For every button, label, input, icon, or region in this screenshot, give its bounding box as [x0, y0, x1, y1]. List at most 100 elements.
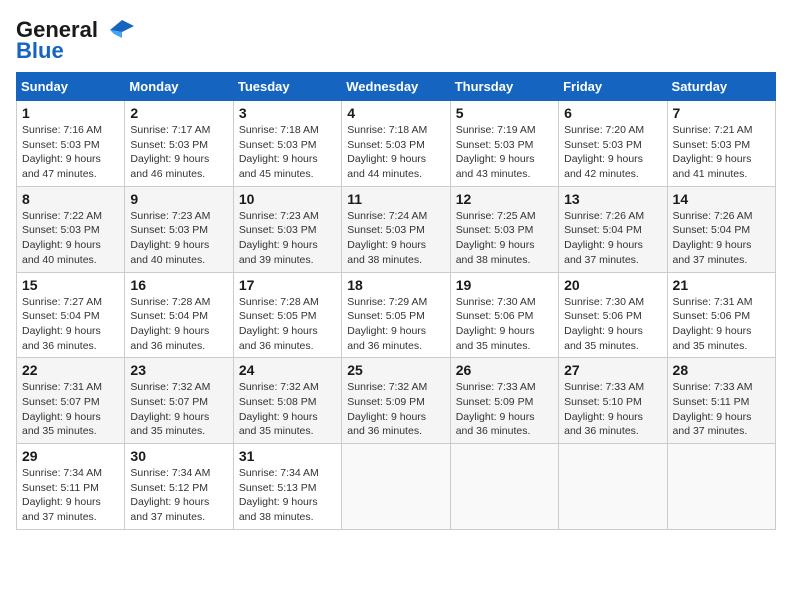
day-cell: 24 Sunrise: 7:32 AM Sunset: 5:08 PM Dayl… — [233, 358, 341, 444]
week-row-3: 15 Sunrise: 7:27 AM Sunset: 5:04 PM Dayl… — [17, 272, 776, 358]
day-detail: Sunrise: 7:27 AM Sunset: 5:04 PM Dayligh… — [22, 295, 119, 354]
day-number: 22 — [22, 362, 119, 378]
day-cell: 9 Sunrise: 7:23 AM Sunset: 5:03 PM Dayli… — [125, 186, 233, 272]
day-detail: Sunrise: 7:26 AM Sunset: 5:04 PM Dayligh… — [673, 209, 770, 268]
day-detail: Sunrise: 7:17 AM Sunset: 5:03 PM Dayligh… — [130, 123, 227, 182]
day-number: 4 — [347, 105, 444, 121]
logo-blue-text: Blue — [16, 40, 64, 62]
day-cell: 10 Sunrise: 7:23 AM Sunset: 5:03 PM Dayl… — [233, 186, 341, 272]
day-cell — [450, 444, 558, 530]
day-cell — [667, 444, 775, 530]
day-cell: 2 Sunrise: 7:17 AM Sunset: 5:03 PM Dayli… — [125, 101, 233, 187]
day-cell — [342, 444, 450, 530]
day-cell: 7 Sunrise: 7:21 AM Sunset: 5:03 PM Dayli… — [667, 101, 775, 187]
day-cell: 31 Sunrise: 7:34 AM Sunset: 5:13 PM Dayl… — [233, 444, 341, 530]
day-cell: 29 Sunrise: 7:34 AM Sunset: 5:11 PM Dayl… — [17, 444, 125, 530]
day-cell: 17 Sunrise: 7:28 AM Sunset: 5:05 PM Dayl… — [233, 272, 341, 358]
day-detail: Sunrise: 7:16 AM Sunset: 5:03 PM Dayligh… — [22, 123, 119, 182]
day-cell: 19 Sunrise: 7:30 AM Sunset: 5:06 PM Dayl… — [450, 272, 558, 358]
week-row-4: 22 Sunrise: 7:31 AM Sunset: 5:07 PM Dayl… — [17, 358, 776, 444]
day-number: 7 — [673, 105, 770, 121]
day-number: 25 — [347, 362, 444, 378]
day-number: 13 — [564, 191, 661, 207]
day-cell: 23 Sunrise: 7:32 AM Sunset: 5:07 PM Dayl… — [125, 358, 233, 444]
day-cell: 22 Sunrise: 7:31 AM Sunset: 5:07 PM Dayl… — [17, 358, 125, 444]
day-number: 18 — [347, 277, 444, 293]
day-number: 28 — [673, 362, 770, 378]
day-cell: 12 Sunrise: 7:25 AM Sunset: 5:03 PM Dayl… — [450, 186, 558, 272]
day-cell — [559, 444, 667, 530]
day-cell: 16 Sunrise: 7:28 AM Sunset: 5:04 PM Dayl… — [125, 272, 233, 358]
day-detail: Sunrise: 7:26 AM Sunset: 5:04 PM Dayligh… — [564, 209, 661, 268]
day-number: 31 — [239, 448, 336, 464]
day-detail: Sunrise: 7:34 AM Sunset: 5:12 PM Dayligh… — [130, 466, 227, 525]
day-cell: 28 Sunrise: 7:33 AM Sunset: 5:11 PM Dayl… — [667, 358, 775, 444]
day-cell: 5 Sunrise: 7:19 AM Sunset: 5:03 PM Dayli… — [450, 101, 558, 187]
day-cell: 14 Sunrise: 7:26 AM Sunset: 5:04 PM Dayl… — [667, 186, 775, 272]
day-detail: Sunrise: 7:21 AM Sunset: 5:03 PM Dayligh… — [673, 123, 770, 182]
day-detail: Sunrise: 7:29 AM Sunset: 5:05 PM Dayligh… — [347, 295, 444, 354]
day-header-monday: Monday — [125, 73, 233, 101]
day-number: 2 — [130, 105, 227, 121]
day-number: 24 — [239, 362, 336, 378]
day-cell: 20 Sunrise: 7:30 AM Sunset: 5:06 PM Dayl… — [559, 272, 667, 358]
day-header-wednesday: Wednesday — [342, 73, 450, 101]
day-header-sunday: Sunday — [17, 73, 125, 101]
day-number: 15 — [22, 277, 119, 293]
day-number: 27 — [564, 362, 661, 378]
day-cell: 1 Sunrise: 7:16 AM Sunset: 5:03 PM Dayli… — [17, 101, 125, 187]
day-detail: Sunrise: 7:25 AM Sunset: 5:03 PM Dayligh… — [456, 209, 553, 268]
week-row-1: 1 Sunrise: 7:16 AM Sunset: 5:03 PM Dayli… — [17, 101, 776, 187]
header: General Blue — [16, 16, 776, 62]
day-detail: Sunrise: 7:23 AM Sunset: 5:03 PM Dayligh… — [130, 209, 227, 268]
day-number: 17 — [239, 277, 336, 293]
day-cell: 4 Sunrise: 7:18 AM Sunset: 5:03 PM Dayli… — [342, 101, 450, 187]
day-header-friday: Friday — [559, 73, 667, 101]
day-cell: 8 Sunrise: 7:22 AM Sunset: 5:03 PM Dayli… — [17, 186, 125, 272]
day-cell: 6 Sunrise: 7:20 AM Sunset: 5:03 PM Dayli… — [559, 101, 667, 187]
day-detail: Sunrise: 7:32 AM Sunset: 5:09 PM Dayligh… — [347, 380, 444, 439]
day-number: 5 — [456, 105, 553, 121]
day-detail: Sunrise: 7:34 AM Sunset: 5:13 PM Dayligh… — [239, 466, 336, 525]
day-cell: 18 Sunrise: 7:29 AM Sunset: 5:05 PM Dayl… — [342, 272, 450, 358]
day-cell: 3 Sunrise: 7:18 AM Sunset: 5:03 PM Dayli… — [233, 101, 341, 187]
day-number: 16 — [130, 277, 227, 293]
day-detail: Sunrise: 7:28 AM Sunset: 5:05 PM Dayligh… — [239, 295, 336, 354]
day-detail: Sunrise: 7:32 AM Sunset: 5:07 PM Dayligh… — [130, 380, 227, 439]
day-number: 19 — [456, 277, 553, 293]
day-cell: 25 Sunrise: 7:32 AM Sunset: 5:09 PM Dayl… — [342, 358, 450, 444]
week-row-2: 8 Sunrise: 7:22 AM Sunset: 5:03 PM Dayli… — [17, 186, 776, 272]
day-detail: Sunrise: 7:31 AM Sunset: 5:07 PM Dayligh… — [22, 380, 119, 439]
day-number: 8 — [22, 191, 119, 207]
day-header-tuesday: Tuesday — [233, 73, 341, 101]
day-detail: Sunrise: 7:32 AM Sunset: 5:08 PM Dayligh… — [239, 380, 336, 439]
day-number: 11 — [347, 191, 444, 207]
day-number: 14 — [673, 191, 770, 207]
day-detail: Sunrise: 7:33 AM Sunset: 5:09 PM Dayligh… — [456, 380, 553, 439]
day-detail: Sunrise: 7:30 AM Sunset: 5:06 PM Dayligh… — [456, 295, 553, 354]
day-cell: 21 Sunrise: 7:31 AM Sunset: 5:06 PM Dayl… — [667, 272, 775, 358]
day-detail: Sunrise: 7:18 AM Sunset: 5:03 PM Dayligh… — [347, 123, 444, 182]
day-cell: 27 Sunrise: 7:33 AM Sunset: 5:10 PM Dayl… — [559, 358, 667, 444]
day-number: 10 — [239, 191, 336, 207]
day-detail: Sunrise: 7:31 AM Sunset: 5:06 PM Dayligh… — [673, 295, 770, 354]
day-detail: Sunrise: 7:22 AM Sunset: 5:03 PM Dayligh… — [22, 209, 119, 268]
day-detail: Sunrise: 7:24 AM Sunset: 5:03 PM Dayligh… — [347, 209, 444, 268]
day-cell: 30 Sunrise: 7:34 AM Sunset: 5:12 PM Dayl… — [125, 444, 233, 530]
day-number: 20 — [564, 277, 661, 293]
day-cell: 15 Sunrise: 7:27 AM Sunset: 5:04 PM Dayl… — [17, 272, 125, 358]
day-header-thursday: Thursday — [450, 73, 558, 101]
day-number: 30 — [130, 448, 227, 464]
day-number: 3 — [239, 105, 336, 121]
day-number: 1 — [22, 105, 119, 121]
day-cell: 13 Sunrise: 7:26 AM Sunset: 5:04 PM Dayl… — [559, 186, 667, 272]
days-header-row: SundayMondayTuesdayWednesdayThursdayFrid… — [17, 73, 776, 101]
day-detail: Sunrise: 7:28 AM Sunset: 5:04 PM Dayligh… — [130, 295, 227, 354]
week-row-5: 29 Sunrise: 7:34 AM Sunset: 5:11 PM Dayl… — [17, 444, 776, 530]
day-number: 12 — [456, 191, 553, 207]
day-detail: Sunrise: 7:20 AM Sunset: 5:03 PM Dayligh… — [564, 123, 661, 182]
day-number: 9 — [130, 191, 227, 207]
day-header-saturday: Saturday — [667, 73, 775, 101]
day-detail: Sunrise: 7:34 AM Sunset: 5:11 PM Dayligh… — [22, 466, 119, 525]
day-detail: Sunrise: 7:30 AM Sunset: 5:06 PM Dayligh… — [564, 295, 661, 354]
